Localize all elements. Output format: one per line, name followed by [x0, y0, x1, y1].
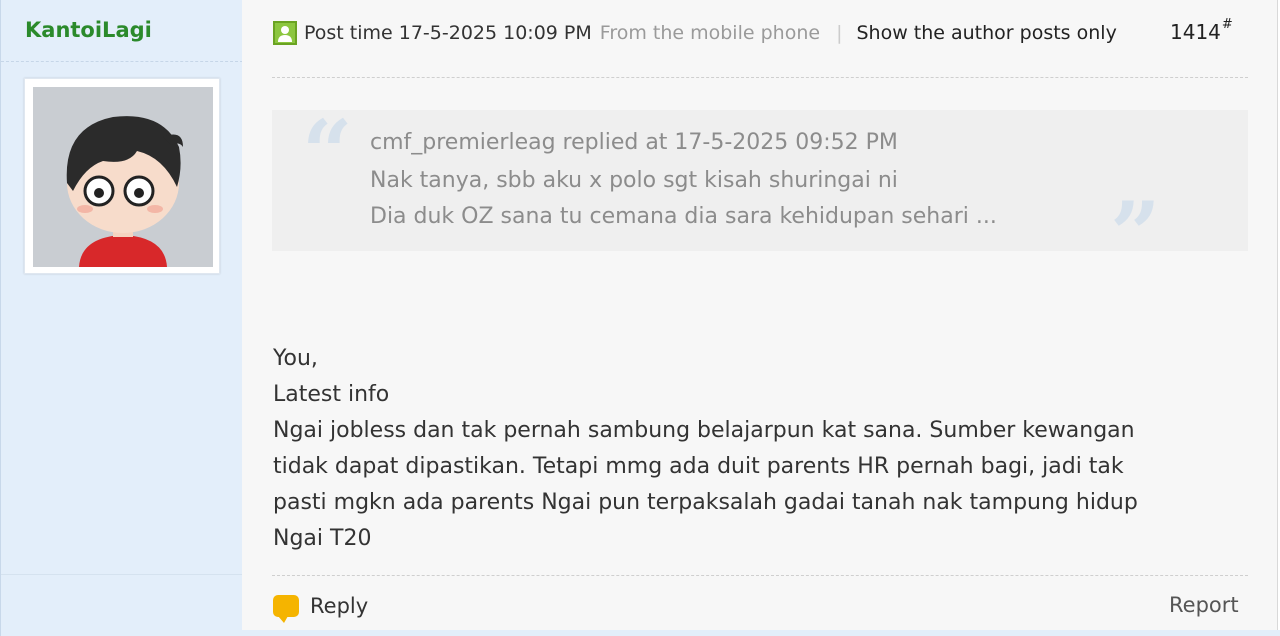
floor-suffix: #: [1221, 17, 1233, 32]
post-body-line: pasti mgkn ada parents Ngai pun terpaksa…: [273, 490, 1138, 515]
post-body-line: You,: [273, 346, 318, 371]
reply-label: Reply: [310, 594, 369, 618]
close-quote-icon: ”: [1110, 182, 1161, 286]
quote-line: Dia duk OZ sana tu cemana dia sara kehid…: [370, 204, 997, 229]
post-body-line: tidak dapat dipastikan. Tetapi mmg ada d…: [273, 454, 1124, 479]
meta-separator: |: [836, 22, 843, 44]
post-body-line: Ngai jobless dan tak pernah sambung bela…: [273, 418, 1135, 443]
from-mobile-label: From the mobile phone: [599, 22, 821, 44]
cartoon-boy-avatar-icon: [33, 87, 213, 267]
sidebar-divider: [1, 61, 243, 62]
post-bottom-border: [242, 630, 1280, 636]
post-body-line: Ngai T20: [273, 526, 372, 551]
header-divider: [272, 77, 1248, 78]
open-quote-icon: “: [302, 100, 353, 204]
floor-number-link[interactable]: 1414#: [1170, 17, 1233, 44]
quote-header: cmf_premierleag replied at 17-5-2025 09:…: [370, 130, 898, 155]
author-sidebar: KantoiLagi: [0, 0, 243, 636]
sidebar-bottom-divider: [1, 574, 243, 575]
quote-line: Nak tanya, sbb aku x polo sgt kisah shur…: [370, 168, 898, 193]
show-author-posts-link[interactable]: Show the author posts only: [856, 22, 1116, 44]
floor-number: 1414: [1170, 20, 1221, 44]
post-body: You, Latest info Ngai jobless dan tak pe…: [273, 341, 1253, 557]
post-meta-bar: Post time 17-5-2025 10:09 PM From the mo…: [273, 18, 1117, 48]
post-body-line: Latest info: [273, 382, 390, 407]
user-online-icon: [273, 21, 297, 45]
author-username[interactable]: KantoiLagi: [25, 18, 152, 42]
report-link[interactable]: Report: [1169, 593, 1239, 617]
reply-button[interactable]: Reply: [273, 590, 369, 623]
footer-divider: [272, 575, 1248, 576]
post-time: Post time 17-5-2025 10:09 PM: [304, 22, 592, 44]
speech-bubble-icon: [273, 595, 299, 623]
avatar[interactable]: [24, 78, 220, 274]
